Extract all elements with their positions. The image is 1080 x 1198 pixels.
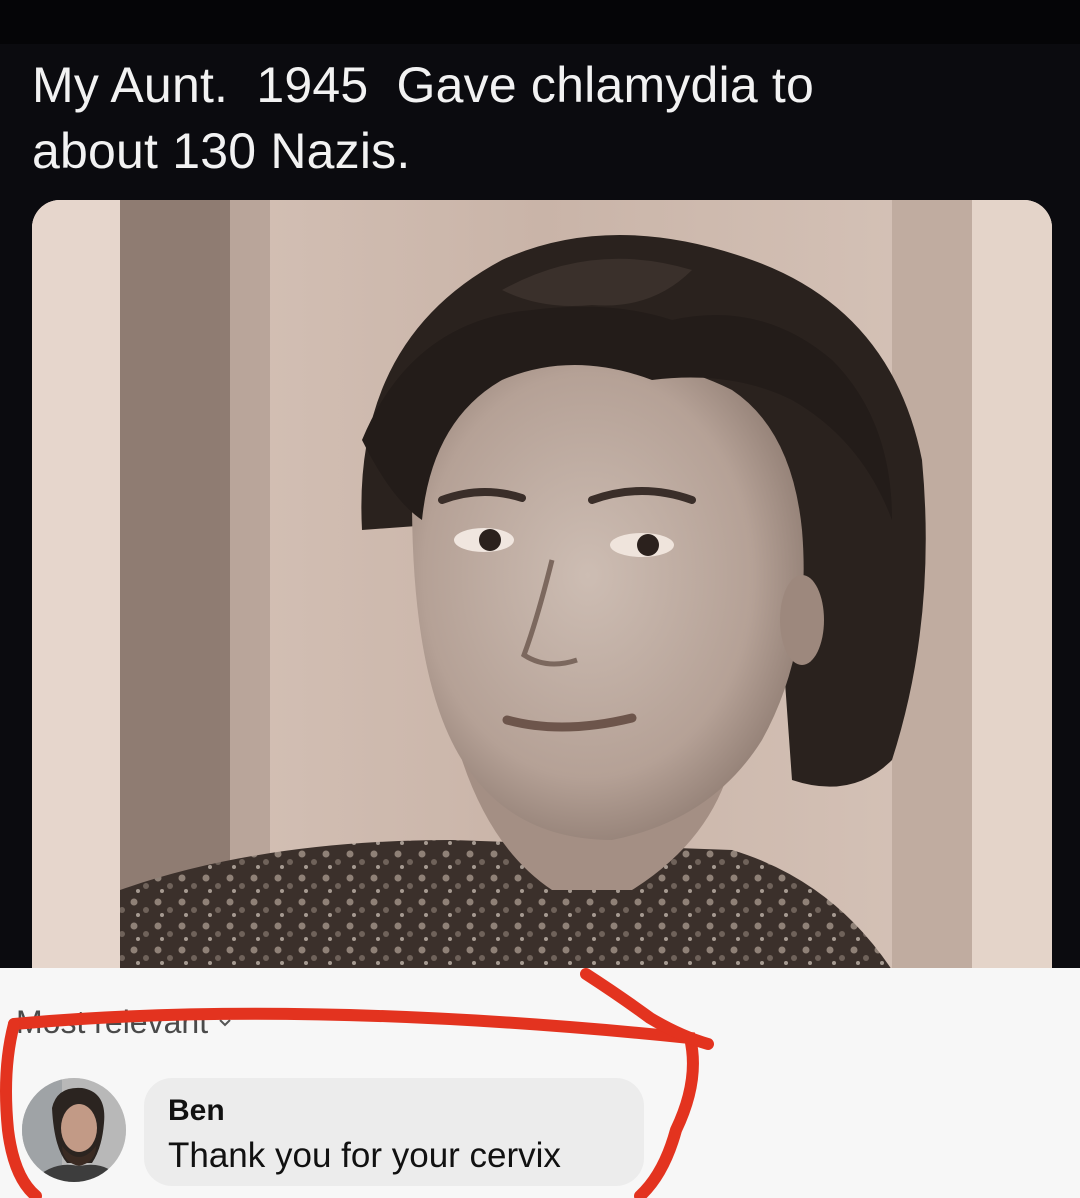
- avatar[interactable]: [22, 1078, 126, 1182]
- comment-item: Ben Thank you for your cervix: [16, 1072, 656, 1192]
- comment-bubble[interactable]: Ben Thank you for your cervix: [144, 1078, 644, 1186]
- profile-photo-icon: [22, 1078, 126, 1182]
- comment-author[interactable]: Ben: [168, 1094, 225, 1128]
- chevron-down-icon: [219, 1018, 231, 1026]
- top-bar: [0, 0, 1080, 44]
- comment-sort-label: Most relevant: [16, 1004, 209, 1040]
- portrait-photo-illustration: [32, 200, 1052, 970]
- comment-text: Thank you for your cervix: [168, 1136, 561, 1175]
- post-photo[interactable]: [32, 200, 1052, 970]
- comment-sort-dropdown[interactable]: Most relevant: [16, 1004, 232, 1041]
- post-text: My Aunt. 1945 Gave chlamydia to about 13…: [32, 57, 815, 179]
